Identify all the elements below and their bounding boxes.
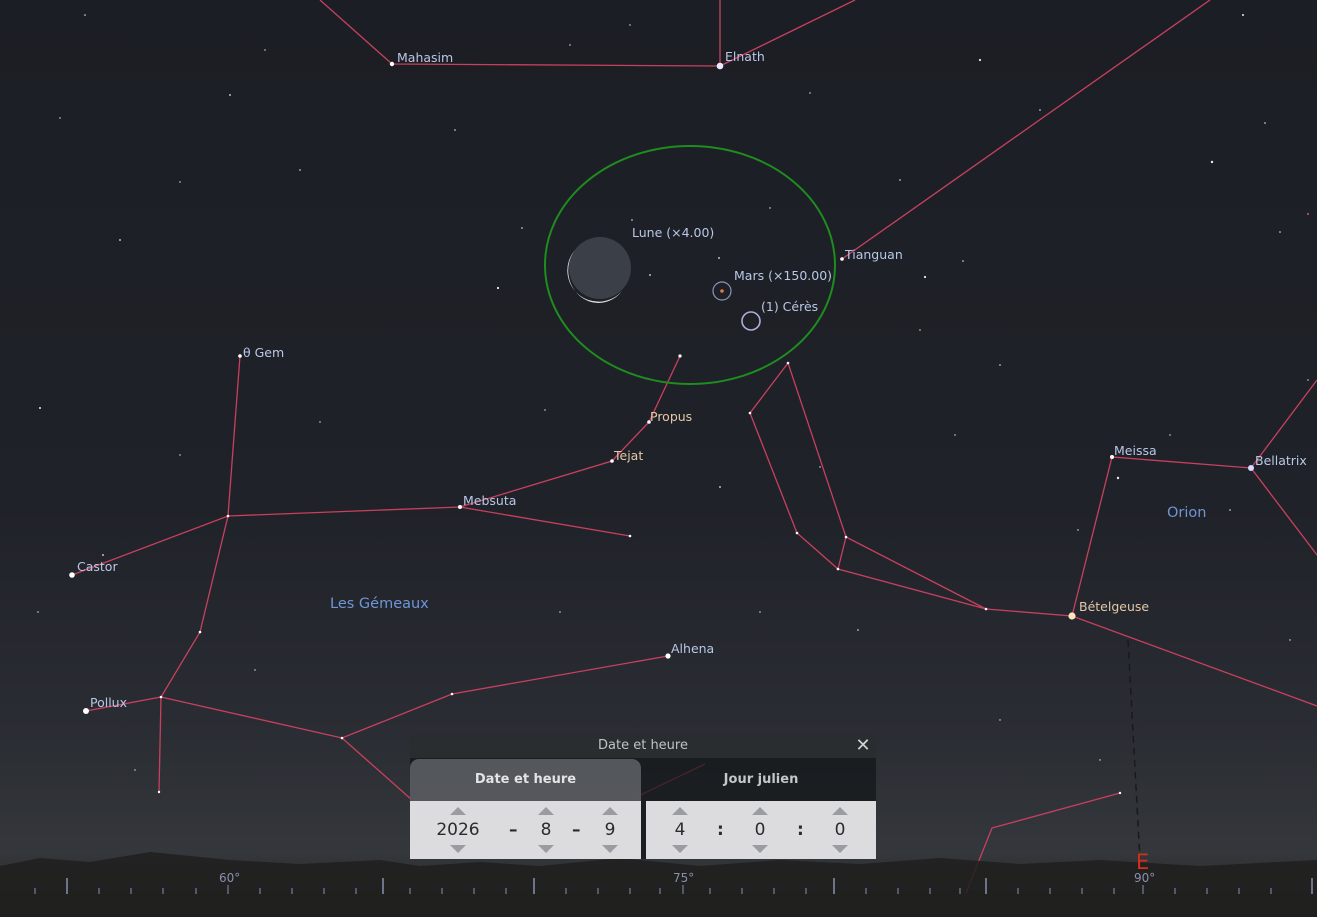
- month-down-icon[interactable]: [538, 845, 554, 853]
- day-up-icon[interactable]: [602, 807, 618, 815]
- year-value[interactable]: 2026: [428, 819, 488, 841]
- day-spinbox[interactable]: 9: [580, 801, 640, 859]
- month-value[interactable]: 8: [516, 819, 576, 841]
- label-moon: Lune (×4.00): [632, 225, 714, 240]
- mars-marker-icon[interactable]: [712, 281, 732, 301]
- month-up-icon[interactable]: [538, 807, 554, 815]
- day-down-icon[interactable]: [602, 845, 618, 853]
- ground-silhouette: [0, 852, 1317, 917]
- cardinal-east: E: [1136, 850, 1149, 874]
- second-up-icon[interactable]: [832, 807, 848, 815]
- moon-icon[interactable]: [567, 237, 631, 303]
- year-up-icon[interactable]: [450, 807, 466, 815]
- label-elnath: Elnath: [725, 49, 765, 64]
- time-panel: 4 : 0 : 0: [646, 801, 876, 859]
- day-value[interactable]: 9: [580, 819, 640, 841]
- date-time-dialog: Date et heure ✕ Date et heure Jour julie…: [410, 734, 876, 859]
- label-tianguan: Tianguan: [844, 247, 903, 262]
- label-ceres: (1) Cérès: [761, 299, 818, 314]
- label-bellatrix: Bellatrix: [1255, 453, 1307, 468]
- star-labels: Mahasim Elnath Tianguan θ Gem Propus Tej…: [77, 49, 1307, 710]
- label-tejat: Tejat: [613, 448, 643, 463]
- label-pollux: Pollux: [90, 695, 127, 710]
- label-alhena: Alhena: [671, 641, 714, 656]
- time-separator: :: [717, 820, 724, 840]
- second-down-icon[interactable]: [832, 845, 848, 853]
- minute-up-icon[interactable]: [752, 807, 768, 815]
- date-panel: 2026 – 8 – 9: [410, 801, 641, 859]
- time-separator: :: [797, 820, 804, 840]
- hour-down-icon[interactable]: [672, 845, 688, 853]
- background-stars: [37, 14, 1309, 771]
- label-betelgeuse: Bételgeuse: [1079, 599, 1149, 614]
- minute-spinbox[interactable]: 0: [730, 801, 790, 859]
- label-castor: Castor: [77, 559, 118, 574]
- ceres-marker-icon[interactable]: [741, 311, 761, 331]
- close-icon[interactable]: ✕: [854, 737, 872, 755]
- label-meissa: Meissa: [1114, 443, 1157, 458]
- azimuth-label-60: 60°: [219, 871, 240, 885]
- hour-up-icon[interactable]: [672, 807, 688, 815]
- label-theta-gem: θ Gem: [243, 345, 284, 360]
- hour-spinbox[interactable]: 4: [650, 801, 710, 859]
- second-spinbox[interactable]: 0: [810, 801, 870, 859]
- label-mahasim: Mahasim: [397, 50, 453, 65]
- second-value[interactable]: 0: [810, 819, 870, 841]
- label-mebsuta: Mebsuta: [463, 493, 516, 508]
- label-propus: Propus: [650, 409, 692, 424]
- constellation-gemini: Les Gémeaux: [330, 596, 429, 612]
- dialog-title[interactable]: Date et heure: [410, 734, 876, 758]
- label-mars: Mars (×150.00): [734, 268, 832, 283]
- minute-down-icon[interactable]: [752, 845, 768, 853]
- month-spinbox[interactable]: 8: [516, 801, 576, 859]
- year-down-icon[interactable]: [450, 845, 466, 853]
- tab-date-time[interactable]: Date et heure: [410, 759, 641, 801]
- hour-value[interactable]: 4: [650, 819, 710, 841]
- tab-julian-day[interactable]: Jour julien: [646, 759, 876, 801]
- constellation-orion: Orion: [1167, 505, 1206, 521]
- azimuth-guide-line: [1127, 639, 1141, 861]
- named-stars: [69, 61, 1254, 795]
- year-spinbox[interactable]: 2026: [428, 801, 488, 859]
- azimuth-label-75: 75°: [673, 871, 694, 885]
- minute-value[interactable]: 0: [730, 819, 790, 841]
